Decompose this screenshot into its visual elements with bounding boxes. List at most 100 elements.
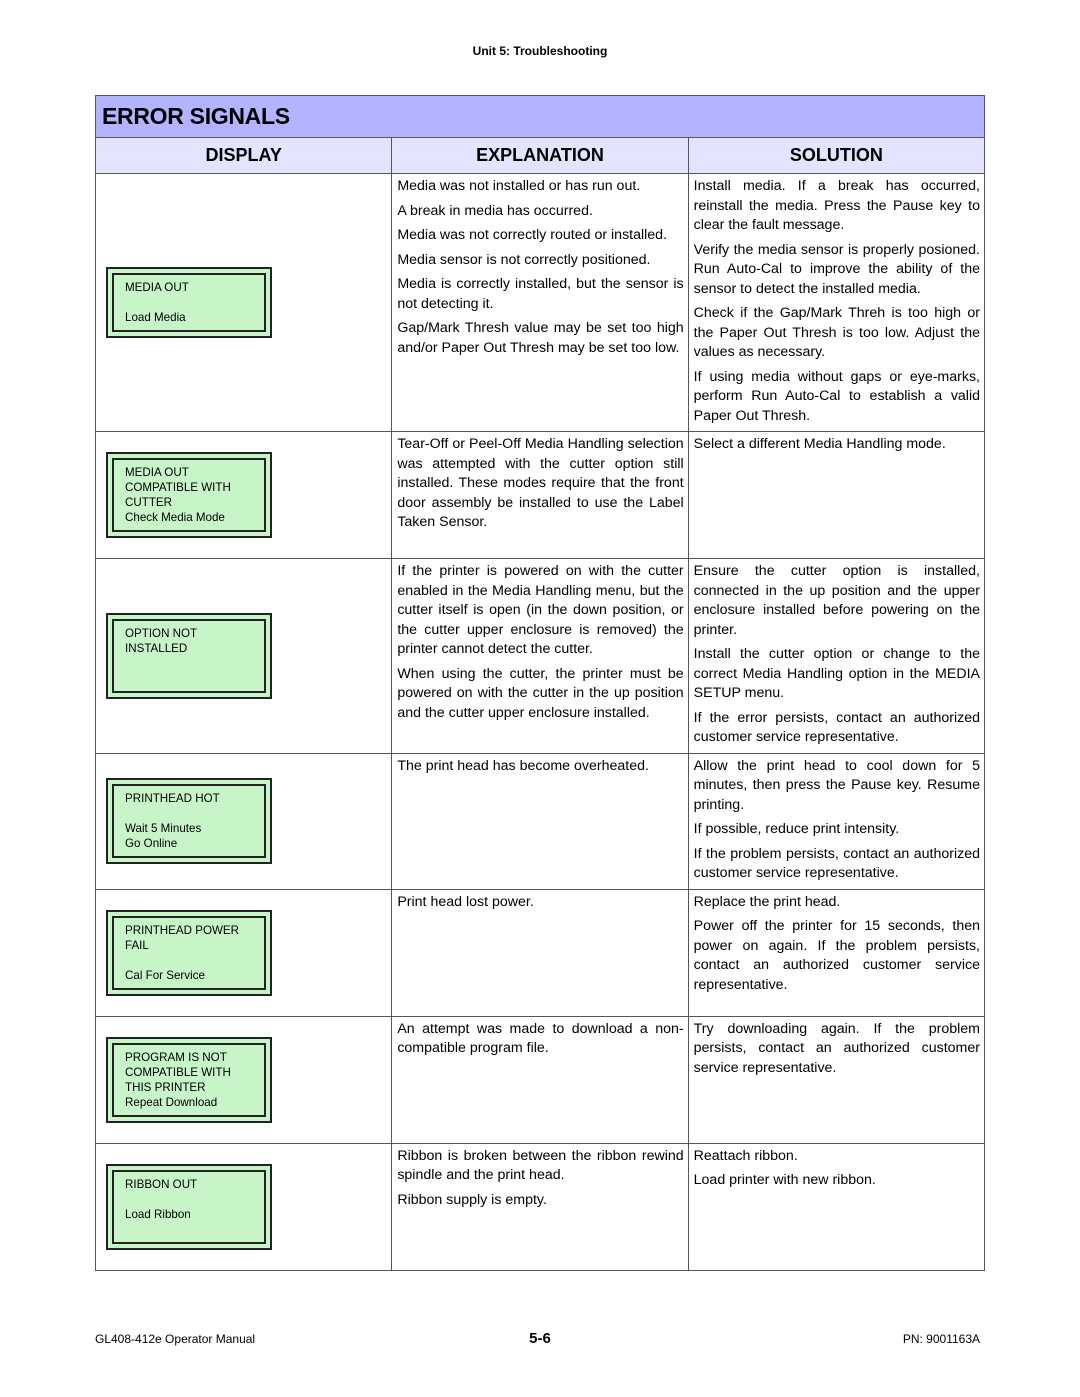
- solution-paragraph: Try downloading again. If the problem pe…: [693, 1020, 980, 1076]
- lcd-display: MEDIA OUT COMPATIBLE WITH CUTTER Check Medi…: [106, 452, 272, 538]
- explanation-paragraph: A break in media has occurred.: [397, 202, 593, 219]
- table-body: MEDIA OUT Load Media Media was not instal…: [94, 173, 986, 1271]
- lcd-line: [125, 953, 264, 968]
- table-row: PROGRAM IS NOT COMPATIBLE WITH THIS PRINTE…: [94, 1015, 986, 1144]
- table-row: OPTION NOT INSTALLED If the printer is po…: [94, 558, 986, 754]
- lcd-screen: PROGRAM IS NOT COMPATIBLE WITH THIS PRINTE…: [112, 1042, 266, 1117]
- solution-cell: Allow the print head to cool down for 5 …: [687, 752, 986, 890]
- display-cell: MEDIA OUT COMPATIBLE WITH CUTTER Check Medi…: [94, 431, 393, 559]
- explanation-paragraph: Ribbon is broken between the ribbon rewi…: [397, 1147, 684, 1184]
- lcd-line: Check Media Mode: [125, 511, 225, 524]
- solution-text: Reattach ribbon. Load printer with new ri…: [689, 1144, 984, 1191]
- explanation-paragraph: Tear-Off or Peel-Off Media Handling sele…: [397, 436, 684, 530]
- solution-paragraph: If the problem persists, contact an auth…: [693, 845, 980, 882]
- lcd-line: INSTALLED: [125, 641, 188, 655]
- solution-paragraph: If the error persists, contact an author…: [693, 709, 980, 746]
- lcd-line: MEDIA OUT: [125, 281, 189, 294]
- lcd-line: FAIL: [125, 938, 149, 952]
- solution-paragraph: If using media without gaps or eye-marks…: [693, 368, 980, 424]
- lcd-display-wrapper: PRINTHEAD POWER FAIL Cal For Service: [96, 909, 391, 996]
- table-title: ERROR SIGNALS: [95, 95, 985, 138]
- lcd-display: OPTION NOT INSTALLED: [106, 612, 272, 699]
- lcd-line: [125, 671, 264, 686]
- lcd-screen: MEDIA OUT COMPATIBLE WITH CUTTER Check Medi…: [112, 458, 266, 532]
- explanation-paragraph: The print head has become overheated.: [397, 757, 649, 774]
- solution-cell: Select a different Media Handling mode.: [687, 431, 986, 559]
- display-cell: RIBBON OUT Load Ribbon: [94, 1142, 393, 1271]
- lcd-line: COMPATIBLE WITH: [125, 1065, 231, 1079]
- solution-cell: Replace the print head. Power off the pri…: [687, 888, 986, 1017]
- explanation-text: If the printer is powered on with the cu…: [392, 559, 687, 723]
- lcd-display-wrapper: PROGRAM IS NOT COMPATIBLE WITH THIS PRINTE…: [96, 1036, 391, 1123]
- explanation-cell: If the printer is powered on with the cu…: [391, 558, 689, 754]
- lcd-display: PRINTHEAD HOT Wait 5 Minutes Go Online: [106, 778, 272, 864]
- explanation-text: Ribbon is broken between the ribbon rewi…: [392, 1144, 687, 1211]
- display-cell: PRINTHEAD HOT Wait 5 Minutes Go Online: [94, 752, 393, 890]
- explanation-paragraph: Ribbon supply is empty.: [397, 1191, 547, 1208]
- explanation-paragraph: Media is correctly installed, but the se…: [397, 276, 684, 312]
- explanation-text: Media was not installed or has run out. A…: [392, 174, 687, 358]
- explanation-cell: Ribbon is broken between the ribbon rewi…: [391, 1142, 689, 1271]
- explanation-text: The print head has become overheated.: [392, 754, 687, 777]
- column-header-display: DISPLAY: [94, 137, 393, 174]
- explanation-paragraph: Print head lost power.: [397, 893, 534, 910]
- explanation-text: Tear-Off or Peel-Off Media Handling sele…: [392, 432, 687, 533]
- solution-cell: Reattach ribbon. Load printer with new ri…: [687, 1142, 986, 1271]
- solution-paragraph: Load printer with new ribbon.: [693, 1172, 876, 1188]
- explanation-cell: Print head lost power.: [391, 888, 689, 1017]
- lcd-display-wrapper: MEDIA OUT COMPATIBLE WITH CUTTER Check Medi…: [96, 452, 391, 538]
- lcd-screen: PRINTHEAD HOT Wait 5 Minutes Go Online: [112, 784, 266, 858]
- lcd-line: [125, 295, 264, 310]
- solution-paragraph: Power off the printer for 15 seconds, th…: [693, 918, 980, 993]
- lcd-display: RIBBON OUT Load Ribbon: [106, 1163, 272, 1250]
- lcd-line: PRINTHEAD POWER: [125, 923, 240, 937]
- explanation-cell: Tear-Off or Peel-Off Media Handling sele…: [391, 431, 689, 559]
- error-signals-table: ERROR SIGNALS DISPLAY EXPLANATION SOLUTI…: [94, 95, 986, 1271]
- lcd-line: PRINTHEAD HOT: [125, 792, 220, 805]
- explanation-paragraph: Media was not installed or has run out.: [397, 178, 641, 194]
- display-cell: PRINTHEAD POWER FAIL Cal For Service: [94, 888, 393, 1017]
- explanation-cell: Media was not installed or has run out. A…: [391, 173, 689, 432]
- lcd-line: Load Media: [125, 311, 186, 324]
- explanation-text: An attempt was made to download a non-co…: [392, 1017, 687, 1059]
- lcd-display: MEDIA OUT Load Media: [106, 267, 272, 338]
- solution-text: Try downloading again. If the problem pe…: [689, 1017, 984, 1079]
- solution-paragraph: Ensure the cutter option is installed, c…: [693, 563, 980, 638]
- lcd-screen: PRINTHEAD POWER FAIL Cal For Service: [112, 915, 266, 990]
- solution-paragraph: Install the cutter option or change to t…: [693, 646, 980, 701]
- lcd-line: OPTION NOT: [125, 626, 198, 640]
- solution-paragraph: Verify the media sensor is properly posi…: [693, 241, 980, 297]
- lcd-line: Load Ribbon: [125, 1207, 191, 1221]
- explanation-paragraph: An attempt was made to download a non-co…: [397, 1020, 684, 1057]
- explanation-paragraph: Gap/Mark Thresh value may be set too hig…: [397, 320, 684, 356]
- table-row: PRINTHEAD POWER FAIL Cal For Service Print…: [94, 888, 986, 1017]
- lcd-display: PROGRAM IS NOT COMPATIBLE WITH THIS PRINTE…: [106, 1036, 272, 1123]
- lcd-line: CUTTER: [125, 496, 173, 509]
- lcd-line: Go Online: [125, 837, 178, 850]
- solution-paragraph: Replace the print head.: [693, 893, 841, 910]
- solution-cell: Try downloading again. If the problem pe…: [687, 1015, 986, 1144]
- solution-paragraph: Check if the Gap/Mark Threh is too high …: [693, 305, 980, 360]
- explanation-text: Print head lost power.: [392, 890, 687, 913]
- lcd-display-wrapper: RIBBON OUT Load Ribbon: [96, 1163, 391, 1250]
- display-cell: PROGRAM IS NOT COMPATIBLE WITH THIS PRINTE…: [94, 1015, 393, 1144]
- footer-page-number: 5-6: [529, 1330, 551, 1347]
- display-cell: MEDIA OUT Load Media: [94, 173, 393, 432]
- column-header-solution: SOLUTION: [687, 137, 986, 174]
- explanation-paragraph: When using the cutter, the printer must …: [397, 665, 684, 721]
- lcd-line: THIS PRINTER: [125, 1080, 206, 1094]
- lcd-line: [125, 1222, 264, 1237]
- solution-text: Install media. If a break has occurred, …: [689, 174, 984, 426]
- solution-text: Ensure the cutter option is installed, c…: [689, 559, 984, 748]
- lcd-display-wrapper: PRINTHEAD HOT Wait 5 Minutes Go Online: [96, 778, 391, 864]
- lcd-display-wrapper: MEDIA OUT Load Media: [96, 267, 391, 338]
- lcd-line: [125, 1192, 264, 1207]
- lcd-line: [125, 806, 264, 821]
- table-row: MEDIA OUT COMPATIBLE WITH CUTTER Check Medi…: [94, 431, 986, 559]
- explanation-paragraph: If the printer is powered on with the cu…: [397, 563, 684, 657]
- lcd-display-wrapper: OPTION NOT INSTALLED: [96, 612, 391, 699]
- table-row: RIBBON OUT Load Ribbon Ribbon is broken …: [94, 1142, 986, 1271]
- lcd-screen: RIBBON OUT Load Ribbon: [112, 1169, 266, 1244]
- table-row: PRINTHEAD HOT Wait 5 Minutes Go Online The…: [94, 752, 986, 890]
- lcd-screen: MEDIA OUT Load Media: [112, 273, 266, 332]
